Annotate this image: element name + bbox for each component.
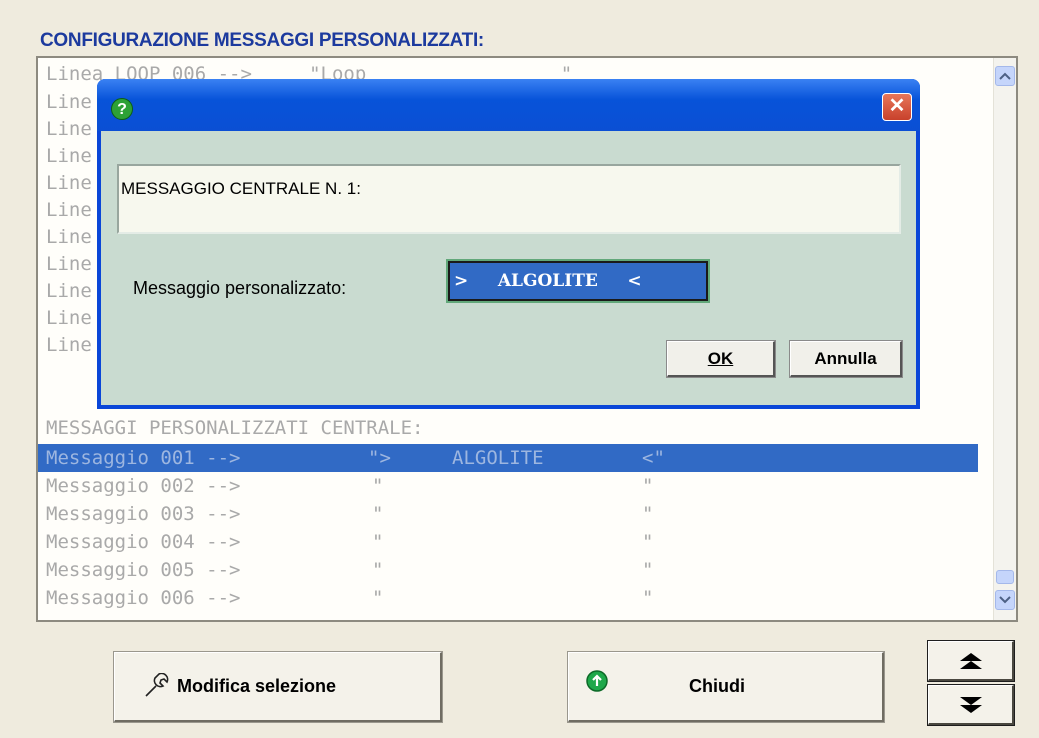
row-quote-open: " <box>372 503 384 525</box>
list-line[interactable]: Line <box>46 304 92 332</box>
row-label: Messaggio 003 --> <box>46 503 241 525</box>
ok-button-label: OK <box>707 349 734 368</box>
row-label: Messaggio 005 --> <box>46 559 241 581</box>
list-line[interactable]: Line <box>46 277 92 305</box>
row-quote-close: " <box>642 475 654 497</box>
message-display: MESSAGGIO CENTRALE N. 1: <box>117 164 901 234</box>
row-quote-close: " <box>642 503 654 525</box>
row-quote-close: <" <box>642 447 665 469</box>
scroll-up-button[interactable] <box>995 66 1015 86</box>
modify-selection-label: Modifica selezione <box>177 676 337 696</box>
vertical-scrollbar[interactable] <box>993 58 1016 620</box>
close-button[interactable]: ✕ <box>882 93 912 121</box>
question-icon: ? <box>111 98 133 120</box>
scroll-down-button[interactable] <box>995 590 1015 610</box>
list-row[interactable]: Messaggio 002 --> " " <box>38 472 978 500</box>
list-row[interactable]: Messaggio 006 --> " " <box>38 584 978 612</box>
list-row[interactable]: Messaggio 003 --> " " <box>38 500 978 528</box>
row-quote-open: "> <box>368 447 391 469</box>
custom-message-input[interactable]: > ALGOLITE < <box>446 259 710 303</box>
row-label: Messaggio 002 --> <box>46 475 241 497</box>
list-row[interactable]: Messaggio 005 --> " " <box>38 556 978 584</box>
modify-selection-button[interactable]: Modifica selezione <box>113 651 443 723</box>
list-line[interactable]: Line <box>46 169 92 197</box>
cancel-button-label: Annulla <box>814 349 877 368</box>
list-line[interactable]: Line <box>46 88 92 116</box>
list-line[interactable]: Line <box>46 196 92 224</box>
row-quote-close: " <box>642 587 654 609</box>
row-quote-open: " <box>372 475 384 497</box>
double-up-arrow-icon <box>959 653 982 669</box>
row-quote-open: " <box>372 531 384 553</box>
wrench-icon <box>145 673 169 697</box>
scrollbar-thumb[interactable] <box>996 570 1014 584</box>
list-row-selected[interactable]: Messaggio 001 --> "> ALGOLITE <" <box>38 444 978 472</box>
scroll-top-button[interactable] <box>927 640 1015 682</box>
double-down-arrow-icon <box>959 697 982 713</box>
row-quote-close: " <box>642 559 654 581</box>
ok-button[interactable]: OK <box>666 340 776 378</box>
dialog-body: MESSAGGIO CENTRALE N. 1: Messaggio perso… <box>101 131 916 405</box>
custom-message-label: Messaggio personalizzato: <box>133 278 347 298</box>
row-quote-open: " <box>372 587 384 609</box>
list-line[interactable]: Line <box>46 250 92 278</box>
close-window-button[interactable]: Chiudi <box>567 651 885 723</box>
list-row[interactable]: Messaggio 004 --> " " <box>38 528 978 556</box>
cancel-button[interactable]: Annulla <box>789 340 903 378</box>
list-line[interactable]: Line <box>46 223 92 251</box>
section-header: MESSAGGI PERSONALIZZATI CENTRALE: <box>46 417 424 439</box>
row-message: ALGOLITE <box>452 447 544 469</box>
list-line[interactable]: Line <box>46 331 92 359</box>
row-label: Messaggio 006 --> <box>46 587 241 609</box>
list-line[interactable]: Line <box>46 142 92 170</box>
green-up-arrow-icon <box>586 670 608 692</box>
custom-message-dialog: ? ✕ MESSAGGIO CENTRALE N. 1: Messaggio p… <box>97 79 920 409</box>
scroll-bottom-button[interactable] <box>927 684 1015 726</box>
chevron-down-icon <box>999 596 1011 604</box>
list-line[interactable]: Line <box>46 115 92 143</box>
dialog-titlebar[interactable]: ? ✕ <box>97 79 920 131</box>
page-title: CONFIGURAZIONE MESSAGGI PERSONALIZZATI: <box>40 30 484 51</box>
row-label: Messaggio 004 --> <box>46 531 241 553</box>
row-label: Messaggio 001 --> <box>46 447 241 469</box>
chevron-up-icon <box>999 72 1011 80</box>
close-window-label: Chiudi <box>689 676 745 696</box>
row-quote-close: " <box>642 531 654 553</box>
row-quote-open: " <box>372 559 384 581</box>
